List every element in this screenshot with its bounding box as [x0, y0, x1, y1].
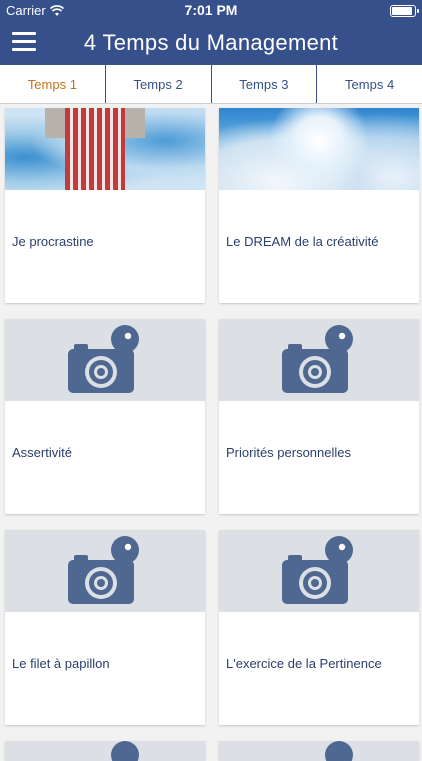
clouds-photo: [219, 108, 419, 190]
tab-temps-3[interactable]: Temps 3: [212, 65, 318, 103]
card-image: [5, 530, 205, 612]
card-label: Priorités personnelles: [226, 445, 352, 460]
app-header: Carrier 7:01 PM 4 Temps du Management: [0, 0, 422, 65]
card-je-procrastine[interactable]: Je procrastine: [5, 108, 205, 303]
camera-placeholder-icon: [68, 536, 139, 604]
card-partial[interactable]: [219, 741, 419, 761]
battery-icon: [390, 5, 419, 17]
card-image: [219, 319, 419, 401]
card-filet-a-papillon[interactable]: Le filet à papillon: [5, 530, 205, 725]
card-exercice-pertinence[interactable]: L'exercice de la Pertinence: [219, 530, 419, 725]
card-label: Je procrastine: [12, 234, 94, 249]
status-time: 7:01 PM: [184, 2, 238, 18]
card-image: [5, 108, 205, 190]
status-bar: Carrier 7:01 PM: [0, 0, 422, 22]
card-partial[interactable]: [5, 741, 205, 761]
camera-placeholder-icon: [68, 325, 139, 393]
card-image: [219, 108, 419, 190]
tab-bar: Temps 1 Temps 2 Temps 3 Temps 4: [0, 65, 422, 104]
card-label: Assertivité: [12, 445, 72, 460]
card-image: [219, 741, 419, 761]
card-le-dream[interactable]: Le DREAM de la créativité: [219, 108, 419, 303]
camera-placeholder-icon: [282, 325, 353, 393]
card-label: L'exercice de la Pertinence: [226, 656, 382, 671]
page-title: 4 Temps du Management: [83, 30, 339, 55]
tab-temps-2[interactable]: Temps 2: [106, 65, 212, 103]
card-image: [5, 741, 205, 761]
card-label: Le filet à papillon: [12, 656, 110, 671]
procrastination-photo: [5, 108, 205, 190]
card-image: [219, 530, 419, 612]
tab-temps-4[interactable]: Temps 4: [317, 65, 422, 103]
tab-temps-1[interactable]: Temps 1: [0, 65, 106, 103]
camera-placeholder-icon: [282, 536, 353, 604]
card-image: [5, 319, 205, 401]
card-label: Le DREAM de la créativité: [226, 234, 379, 249]
card-assertivite[interactable]: Assertivité: [5, 319, 205, 514]
camera-placeholder-icon: [325, 741, 353, 761]
camera-placeholder-icon: [111, 741, 139, 761]
card-priorites-personnelles[interactable]: Priorités personnelles: [219, 319, 419, 514]
